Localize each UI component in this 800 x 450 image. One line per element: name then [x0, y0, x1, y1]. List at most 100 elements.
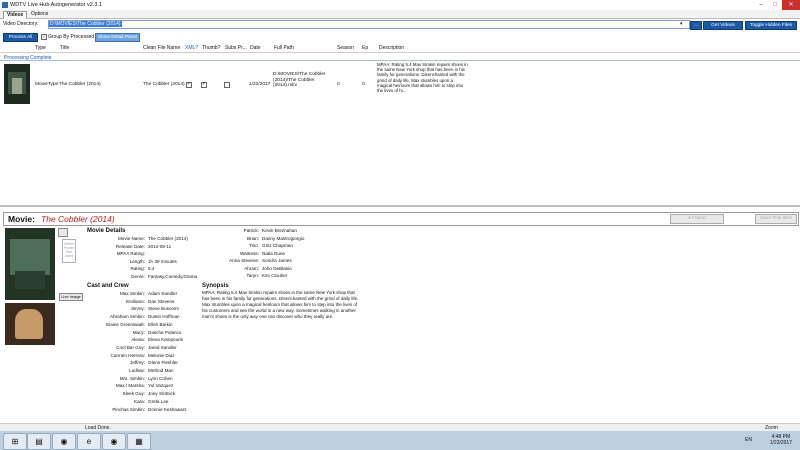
poster-image — [5, 228, 55, 300]
cast-member-label: Mrs. Simkin: — [119, 375, 145, 381]
cell-season: 0 — [337, 82, 340, 87]
cast-member-label: Ahram: — [244, 265, 259, 271]
process-all-button[interactable]: Process All — [3, 33, 38, 42]
cast-member-label: Ludlow: — [129, 368, 145, 373]
panel-splitter[interactable] — [0, 205, 800, 207]
clock-date: 1/23/2017 — [769, 440, 792, 446]
poster-options-button[interactable] — [58, 228, 68, 237]
cell-ep: 0 — [362, 82, 365, 87]
movie-detail-label: Length: — [129, 258, 145, 264]
col-full-path[interactable]: Full Path — [274, 45, 294, 51]
cell-clean-file-name: The Cobbler (2014) — [143, 82, 185, 87]
start-button[interactable]: ⊞ — [3, 433, 27, 450]
movie-detail-label: Rating: — [130, 266, 145, 271]
tab-videos[interactable]: Videos — [3, 11, 28, 19]
col-xml[interactable]: XML? — [185, 45, 198, 51]
cast-member-label: Tino: — [248, 243, 259, 248]
cell-thumb-checkbox[interactable]: ✓ — [201, 82, 207, 88]
table-row[interactable]: MovieType The Cobbler (2014) The Cobbler… — [0, 62, 800, 110]
cast-member-value: Dascha Polanco — [148, 329, 182, 335]
col-ep[interactable]: Ep — [362, 45, 368, 51]
window-title: WDTV Live Hub Autogenerator v2.3.1 — [10, 2, 103, 8]
minimize-button[interactable]: – — [754, 0, 768, 10]
col-description[interactable]: Description — [379, 45, 404, 51]
series-poster-placeholder: Series Poster Not Used — [62, 239, 76, 263]
cast-member-label: Elaine Greenawalt: — [106, 321, 145, 327]
show-detail-panel-button[interactable]: Show Detail Panel — [95, 33, 140, 42]
detail-label: Movie: — [8, 214, 35, 224]
cell-type: MovieType — [35, 82, 59, 87]
movie-detail-label: Release Date: — [115, 243, 145, 249]
app-task-icon[interactable]: ▦ — [127, 433, 151, 450]
cast-member-value: John DeBlasio — [262, 265, 292, 271]
cast-member-value: Greta Lee — [148, 398, 169, 404]
cast-member-label: Pinchas Simkin: — [112, 406, 145, 412]
tab-strip: Videos Options — [0, 10, 800, 19]
cast-member-value: Natia Dune — [262, 250, 285, 256]
col-date[interactable]: Date — [250, 45, 261, 51]
cell-full-path: D:\MOVIES\The Cobbler (2014)\The Cobbler… — [273, 72, 326, 88]
taskbar: ⊞ ▤ ◉ e ◉ ▦ EN 4:48 PM 1/23/2017 — [0, 431, 800, 450]
col-subs[interactable]: Subs Pr... — [225, 45, 247, 51]
ie-icon[interactable]: e — [77, 433, 101, 450]
col-thumb[interactable]: Thumb? — [202, 45, 220, 51]
chrome-icon[interactable]: ◉ — [52, 433, 76, 450]
cast-member-value: Glenn Fleshler — [148, 360, 178, 366]
cast-member-label: Jeffrey: — [130, 360, 145, 366]
cast-member-value: Kevin Breznahan — [262, 228, 297, 233]
movie-detail-label: MPAA Rating: — [116, 251, 145, 256]
cast-member-value: Elena Kampouris — [148, 337, 183, 343]
movie-detail-value: Fantasy,Comedy,Drama — [148, 273, 198, 279]
chrome-icon-2[interactable]: ◉ — [102, 433, 126, 450]
col-type[interactable]: Type — [35, 45, 46, 51]
col-clean-file-name[interactable]: Clean File Name — [143, 45, 180, 51]
cast-member-value: Steve Buscemi — [148, 306, 179, 312]
cast-member-value: Melonie Diaz — [148, 352, 175, 358]
get-videos-button[interactable]: Get Videos — [703, 21, 743, 30]
close-button[interactable]: ✕ — [782, 0, 800, 10]
video-directory-row: Video Directory: D:\MOVIES\The Cobbler (… — [0, 19, 800, 30]
cell-title: The Cobbler (2014) — [59, 82, 101, 87]
col-title[interactable]: Title — [60, 45, 69, 51]
movie-detail-value: The Cobbler (2014) — [148, 236, 188, 241]
cell-subs-checkbox[interactable] — [224, 82, 230, 88]
cast-member-value: Donnie Keshawarz — [148, 406, 187, 412]
cell-description: MPAA: Rating 5.4 Max Simkin repairs shoe… — [377, 62, 468, 94]
cast-member-value: Method Man — [148, 368, 174, 373]
cast-member-value: Joey Slotnick — [148, 391, 176, 397]
group-by-processed-checkbox[interactable]: ✓ — [41, 34, 47, 40]
detail-movie-title: The Cobbler (2014) — [41, 214, 115, 224]
browse-button[interactable]: ... — [690, 21, 702, 30]
col-season[interactable]: Season — [337, 45, 354, 51]
cast-member-label: Sleek Guy: — [122, 391, 145, 397]
cast-member-value: Dan Stevens — [148, 298, 175, 304]
cast-member-value: Adam Sandler — [148, 291, 178, 296]
cast-member-label: Taryn: — [246, 273, 259, 278]
cast-member-value: Lynn Cohen — [148, 375, 173, 381]
synopsis-title: Synopsis — [202, 283, 229, 289]
cast-member-value: Sondra James — [262, 258, 292, 263]
found-button[interactable]: ♦ Found — [670, 214, 724, 224]
tab-options[interactable]: Options — [28, 11, 51, 18]
cast-member-value: Ellen Barkin — [148, 321, 173, 327]
cast-member-value: Dustin Hoffman — [148, 314, 180, 320]
cast-member-label: Emiliano: — [126, 298, 145, 304]
cast-member-label: Carmen Herrera: — [110, 352, 145, 358]
clock[interactable]: 4:48 PM 1/23/2017 — [770, 434, 792, 446]
maximize-button[interactable]: □ — [768, 0, 782, 10]
cast-member-value: Yul Vazquez — [148, 383, 174, 389]
cast-member-value: Jared Sandler — [148, 344, 177, 350]
chevron-down-icon[interactable]: ▾ — [680, 21, 683, 27]
cast-member-value: Kim Clouber — [262, 273, 288, 278]
cell-xml-checkbox[interactable]: ✓ — [186, 82, 192, 88]
live-image-button[interactable]: Live Image — [59, 293, 83, 301]
cast-member-label: Kara: — [134, 398, 145, 404]
poster-thumbnail — [4, 64, 30, 104]
language-indicator[interactable]: EN — [745, 437, 752, 443]
cast-member-label: Jimmy: — [130, 306, 145, 312]
file-explorer-icon[interactable]: ▤ — [27, 433, 51, 450]
cast-member-label: Cool Bar Guy: — [116, 344, 145, 350]
video-directory-input[interactable]: D:\MOVIES\The Cobbler (2014) — [48, 20, 690, 29]
toggle-hidden-files-button[interactable]: Toggle Hidden Files — [745, 21, 797, 30]
save-item-button[interactable]: Save This Item — [755, 214, 797, 224]
